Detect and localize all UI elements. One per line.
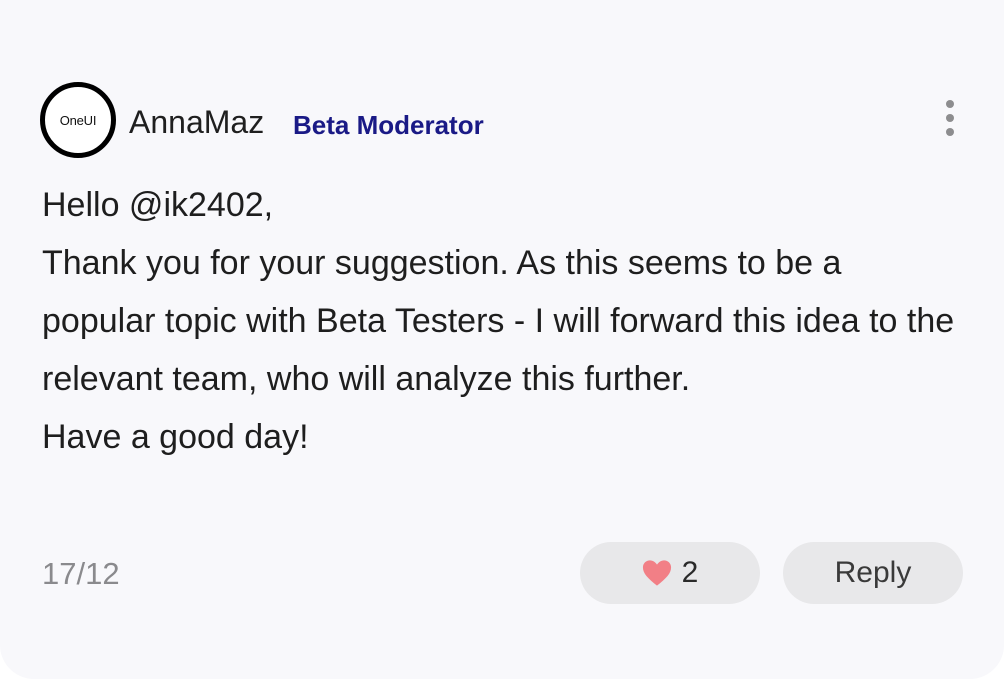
reply-button-label: Reply: [834, 556, 912, 589]
like-button[interactable]: 2: [580, 542, 760, 604]
message-line: Have a good day!: [42, 418, 309, 456]
reply-button[interactable]: Reply: [783, 542, 963, 604]
message-line: Thank you for your suggestion. As this s…: [42, 244, 955, 398]
more-options-button[interactable]: [936, 94, 964, 142]
like-count: 2: [681, 556, 699, 589]
more-vertical-icon: [946, 100, 954, 108]
message-line: Hello @ik2402,: [42, 186, 274, 224]
role-badge: Beta Moderator: [293, 110, 484, 140]
author-name[interactable]: AnnaMaz: [129, 102, 264, 142]
avatar[interactable]: OneUI: [40, 82, 116, 158]
avatar-logo-text: OneUI: [59, 112, 97, 128]
heart-icon: [642, 560, 671, 586]
comment-card: OneUI AnnaMaz Beta Moderator Hello @ik24…: [0, 0, 1004, 679]
more-vertical-icon-dot: [946, 128, 954, 136]
comment-header: OneUI AnnaMaz Beta Moderator: [40, 82, 964, 158]
post-date: 17/12: [42, 556, 120, 591]
more-vertical-icon-dot: [946, 114, 954, 122]
comment-body: Hello @ik2402, Thank you for your sugges…: [42, 176, 962, 466]
